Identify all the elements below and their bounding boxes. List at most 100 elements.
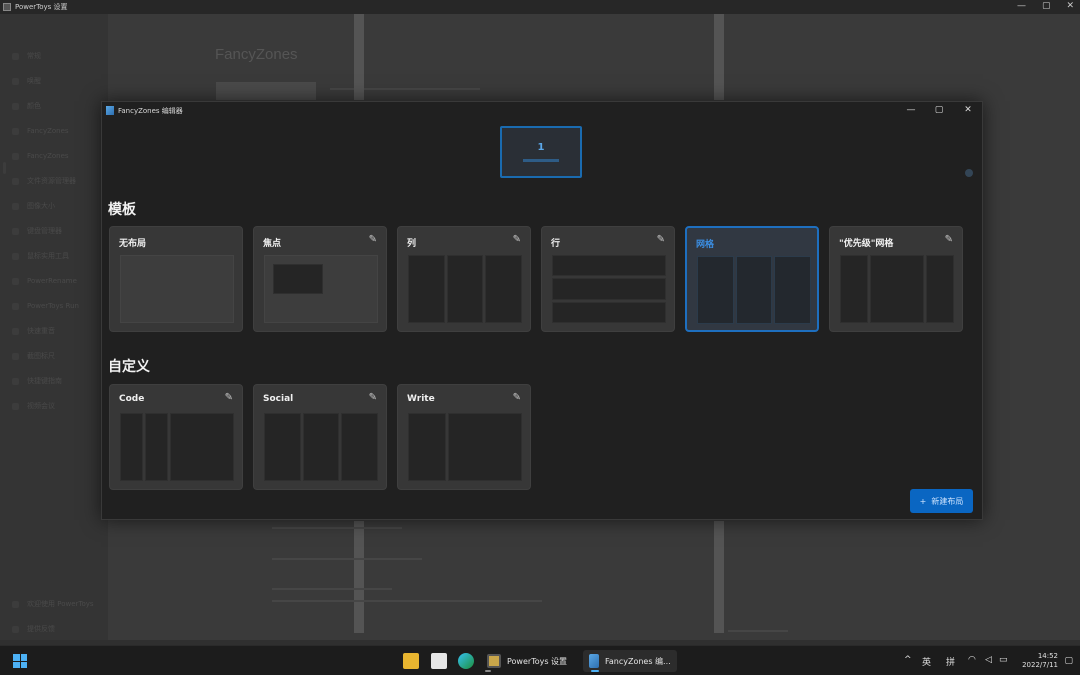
sidebar-nav-item[interactable]: 文件资源管理器 [12,175,102,187]
sidebar-nav-item[interactable]: 鼠标实用工具 [12,250,102,262]
tray-overflow-chevron-icon[interactable]: ^ [904,655,912,665]
custom-card-social[interactable]: Social ✎ [253,384,387,490]
nav-item-label: FancyZones [27,127,69,135]
settings-option-line [272,588,392,590]
file-explorer-icon[interactable] [403,653,419,669]
editor-maximize-button[interactable]: ▢ [932,105,946,115]
template-card-grid[interactable]: 网格 [685,226,819,332]
nav-item-icon [12,625,19,633]
system-clock[interactable]: 14:52 2022/7/11 [1022,652,1058,670]
pencil-icon[interactable]: ✎ [945,234,953,245]
sidebar-footer-item[interactable]: 欢迎使用 PowerToys [12,598,102,610]
pencil-icon[interactable]: ✎ [513,392,521,403]
running-indicator [485,670,491,672]
nav-item-label: 视频会议 [27,402,55,410]
background-scrollbar-left-lower[interactable] [354,521,364,633]
card-label: Write [407,394,435,404]
nav-item-icon [12,127,19,135]
background-scrollbar-right-lower[interactable] [714,521,724,633]
sidebar-nav-item[interactable]: 常规 [12,50,102,62]
editor-close-button[interactable]: ✕ [961,105,975,115]
zone [264,413,301,481]
sidebar-nav-item[interactable]: 快速重音 [12,325,102,337]
pencil-icon[interactable]: ✎ [513,234,521,245]
zone [774,256,812,324]
nav-item-icon [12,352,19,360]
sidebar-nav-item[interactable]: 视频会议 [12,400,102,412]
taskbar-app-label: PowerToys 设置 [507,656,568,666]
pencil-icon[interactable]: ✎ [369,234,377,245]
sidebar-nav-item[interactable]: 键盘管理器 [12,225,102,237]
template-card-blank[interactable]: 无布局 [109,226,243,332]
active-indicator [591,670,599,672]
sidebar-nav-item[interactable]: 图像大小 [12,200,102,212]
input-language-indicator[interactable]: 英 [922,655,931,668]
launch-editor-button[interactable] [216,82,316,100]
card-label: 行 [551,239,561,249]
pencil-icon[interactable]: ✎ [225,392,233,403]
zone [341,413,379,481]
sidebar-nav-item[interactable]: 唤醒 [12,75,102,87]
sidebar-footer-item[interactable]: 提供反馈 [12,623,102,635]
layout-preview [264,413,379,481]
sidebar-nav-item[interactable]: FancyZones [12,125,102,137]
layout-preview [408,255,523,323]
background-scrollbar-right[interactable] [714,14,724,100]
taskbar-app-fancyzones-editor[interactable]: FancyZones 编... [583,650,677,672]
volume-icon[interactable]: ◁ [985,655,992,665]
layout-preview [408,413,522,481]
card-label: 无布局 [119,239,147,249]
template-card-priority-grid[interactable]: "优先级"网格 ✎ [829,226,963,332]
layout-preview [840,255,954,323]
new-layout-button[interactable]: + 新建布局 [910,489,973,513]
new-layout-label: 新建布局 [931,496,964,506]
custom-card-write[interactable]: Write ✎ [397,384,531,490]
monitor-selector[interactable]: 1 [500,126,582,178]
template-card-rows[interactable]: 行 ✎ [541,226,675,332]
settings-minimize-button[interactable]: — [1017,1,1026,11]
template-card-focus[interactable]: 焦点 ✎ [253,226,387,332]
zone [552,301,666,323]
pencil-icon[interactable]: ✎ [369,392,377,403]
edge-browser-icon[interactable] [458,653,474,669]
nav-item-icon [12,252,19,260]
zone [302,413,340,481]
sidebar-nav-item[interactable]: 快捷键指南 [12,375,102,387]
zone [273,264,323,294]
settings-option-line [728,630,788,632]
background-scrollbar-left[interactable] [354,14,364,100]
settings-hint-text [330,88,480,90]
ime-mode-indicator[interactable]: 拼 [946,655,955,668]
plus-icon: + [919,496,927,506]
settings-maximize-button[interactable]: ▢ [1042,1,1051,11]
windows-start-icon[interactable] [13,654,27,668]
settings-close-button[interactable]: ✕ [1066,1,1074,11]
sidebar-nav-item[interactable]: 颜色 [12,100,102,112]
nav-item-label: 快速重音 [27,327,55,335]
zone [552,278,666,300]
custom-card-code[interactable]: Code ✎ [109,384,243,490]
pencil-icon[interactable]: ✎ [657,234,665,245]
monitor-number: 1 [537,142,545,153]
powertoys-icon [487,654,501,668]
sidebar-nav-item[interactable]: PowerRename [12,275,102,287]
nav-item-label: 图像大小 [27,202,55,210]
layout-preview [120,413,234,481]
editor-minimize-button[interactable]: — [904,105,918,115]
fancyzones-editor-window: FancyZones 编辑器 — ▢ ✕ 1 模板 无布局 焦点 ✎ 列 ✎ 行… [101,101,983,520]
template-card-columns[interactable]: 列 ✎ [397,226,531,332]
taskbar: PowerToys 设置 FancyZones 编... ^ 英 拼 ◠ ◁ ▭… [0,645,1080,675]
scroll-indicator [965,169,973,177]
nav-item-icon [12,102,19,110]
notification-icon[interactable]: ▢ [1064,656,1073,666]
taskbar-app-powertoys-settings[interactable]: PowerToys 设置 [481,650,573,672]
layout-preview [264,255,378,323]
store-icon[interactable] [431,653,447,669]
wifi-icon[interactable]: ◠ [968,655,976,665]
sidebar-nav-item[interactable]: PowerToys Run [12,300,102,312]
nav-item-label: 颜色 [27,102,41,110]
editor-window-title: FancyZones 编辑器 [118,106,183,115]
battery-icon[interactable]: ▭ [999,655,1008,665]
sidebar-nav-item[interactable]: 截图标尺 [12,350,102,362]
sidebar-nav-item[interactable]: FancyZones [12,150,102,162]
